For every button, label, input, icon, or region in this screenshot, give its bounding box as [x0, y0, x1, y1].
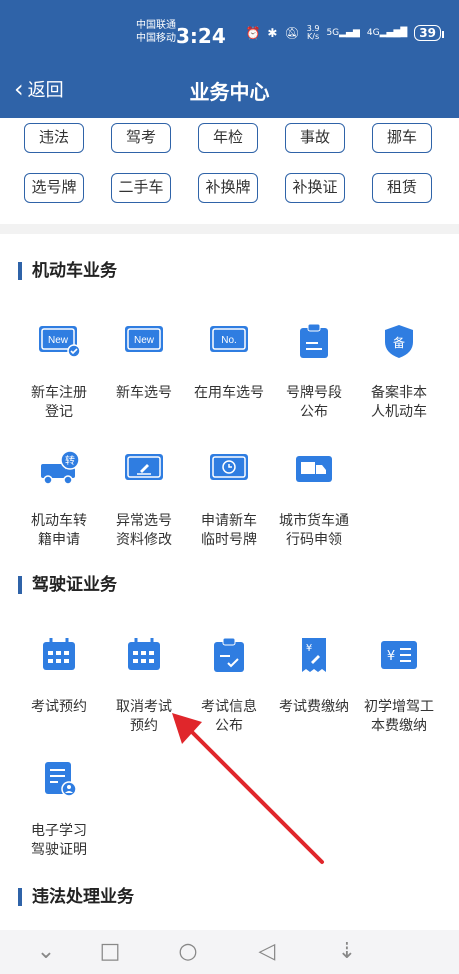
tile-label: 新车选号 — [116, 385, 172, 401]
nav-row: ‹ 返回 业务中心 — [0, 70, 459, 110]
signal-4g-icon: 4G▂▄▆█ — [366, 27, 408, 38]
service-tile[interactable]: ¥ 考试费缴纳 — [271, 636, 357, 717]
home-icon[interactable]: ○ — [176, 940, 200, 964]
net-speed: 3.9 K/s — [307, 25, 320, 41]
service-tile[interactable]: 考试信息 公布 — [186, 636, 272, 736]
svg-text:New: New — [48, 335, 69, 346]
shortcut-chip[interactable]: 驾考 — [111, 123, 171, 153]
collapse-icon[interactable]: ⌄ — [34, 940, 58, 964]
carrier-info: 中国联通 中国移动 — [136, 19, 176, 45]
page-title: 业务中心 — [189, 80, 270, 104]
tile-label: 考试预约 — [31, 699, 87, 715]
carrier-2: 中国移动 — [136, 33, 176, 44]
svg-text:转: 转 — [65, 454, 75, 467]
signal-5g-icon: 5G▂▄▆ — [326, 27, 360, 38]
service-tile[interactable]: 申请新车 临时号牌 — [186, 450, 272, 550]
clipboard-check-icon — [214, 637, 244, 672]
section-title-license: 驾驶证业务 — [18, 576, 117, 594]
tile-label: 备案非本 人机动车 — [371, 385, 427, 420]
service-tile[interactable]: 城市货车通 行码申领 — [271, 450, 357, 550]
status-time: 3:24 — [176, 24, 226, 48]
carrier-1: 中国联通 — [136, 20, 176, 31]
status-bar: 中国联通 中国移动 3:24 ⏰ ✱ 🔕︎ 3.9 K/s 5G▂▄▆ 4G▂▄… — [0, 0, 459, 60]
bluetooth-icon: ✱ — [267, 26, 278, 40]
edit-card-icon — [125, 454, 163, 480]
back-nav-icon[interactable]: ◁ — [255, 940, 279, 964]
shortcut-grid: 违法 驾考 年检 事故 挪车 选号牌 二手车 补换牌 补换证 租赁 — [0, 118, 459, 224]
tile-label: 申请新车 临时号牌 — [201, 513, 257, 548]
battery-indicator: 39 — [414, 25, 444, 41]
tile-label: 取消考试 预约 — [116, 699, 172, 734]
service-tile[interactable]: 号牌号段 公布 — [271, 322, 357, 422]
shortcut-chip[interactable]: 二手车 — [111, 173, 171, 203]
shortcut-chip[interactable]: 违法 — [24, 123, 84, 153]
net-speed-unit: K/s — [307, 32, 320, 41]
shortcut-chip[interactable]: 补换证 — [285, 173, 345, 203]
service-tile[interactable]: 取消考试 预约 — [101, 636, 187, 736]
new-card-check-icon: New — [39, 326, 81, 358]
clock-card-icon — [210, 454, 248, 480]
service-tile[interactable]: 转 机动车转 籍申请 — [16, 450, 102, 550]
mute-icon: 🔕︎ — [284, 26, 300, 40]
document-user-icon — [45, 762, 77, 797]
tile-label: 考试信息 公布 — [201, 699, 257, 734]
alarm-icon: ⏰ — [245, 26, 261, 40]
recent-apps-icon[interactable]: □ — [98, 940, 122, 964]
tile-label: 异常选号 资料修改 — [116, 513, 172, 548]
section-divider — [0, 224, 459, 234]
section-title-violation: 违法处理业务 — [18, 888, 134, 906]
status-icons: ⏰ ✱ 🔕︎ 3.9 K/s 5G▂▄▆ 4G▂▄▆█ 39 — [245, 25, 444, 41]
tile-label: 在用车选号 — [194, 385, 264, 401]
download-icon[interactable]: ⇣ — [335, 940, 359, 964]
svg-text:¥: ¥ — [306, 643, 312, 654]
service-tile[interactable]: New 新车注册 登记 — [16, 322, 102, 422]
signal-4g-label: 4G — [366, 27, 380, 38]
clipboard-icon — [300, 323, 328, 358]
truck-transfer-icon: 转 — [41, 450, 80, 485]
app-header: 中国联通 中国移动 3:24 ⏰ ✱ 🔕︎ 3.9 K/s 5G▂▄▆ 4G▂▄… — [0, 0, 459, 118]
yen-list-icon: ¥ — [381, 641, 417, 669]
svg-text:备: 备 — [393, 336, 405, 350]
system-navbar: ⌄ □ ○ ◁ ⇣ — [0, 930, 459, 974]
svg-text:¥: ¥ — [387, 649, 395, 664]
tile-label: 新车注册 登记 — [31, 385, 87, 420]
fee-receipt-icon: ¥ — [302, 638, 326, 672]
section-title-motor: 机动车业务 — [18, 262, 117, 280]
calendar-icon — [43, 638, 75, 670]
tile-label: 机动车转 籍申请 — [31, 513, 87, 548]
service-tile[interactable]: 备 备案非本 人机动车 — [356, 322, 442, 422]
tile-label: 号牌号段 公布 — [286, 385, 342, 420]
shortcut-chip[interactable]: 租赁 — [372, 173, 432, 203]
tile-label: 初学增驾工 本费缴纳 — [364, 699, 434, 734]
shortcut-chip[interactable]: 挪车 — [372, 123, 432, 153]
tile-label: 考试费缴纳 — [279, 699, 349, 715]
signal-5g-label: 5G — [326, 27, 340, 38]
service-tile[interactable]: 考试预约 — [16, 636, 102, 717]
shortcut-chip[interactable]: 年检 — [198, 123, 258, 153]
tile-label: 城市货车通 行码申领 — [279, 513, 349, 548]
delivery-truck-icon — [296, 456, 332, 482]
shortcut-chip[interactable]: 事故 — [285, 123, 345, 153]
service-tile[interactable]: 异常选号 资料修改 — [101, 450, 187, 550]
service-tile[interactable]: 电子学习 驾驶证明 — [16, 760, 102, 860]
shortcut-chip[interactable]: 补换牌 — [198, 173, 258, 203]
calendar-cancel-icon — [128, 638, 160, 670]
tile-label: 电子学习 驾驶证明 — [31, 823, 87, 858]
service-tile[interactable]: No. 在用车选号 — [186, 322, 272, 403]
service-tile[interactable]: New 新车选号 — [101, 322, 187, 403]
svg-text:No.: No. — [221, 335, 237, 346]
service-tile[interactable]: ¥ 初学增驾工 本费缴纳 — [356, 636, 442, 736]
new-plate-icon: New — [125, 326, 163, 352]
svg-text:New: New — [134, 335, 155, 346]
shield-record-icon: 备 — [385, 325, 413, 358]
no-plate-icon: No. — [210, 326, 248, 352]
shortcut-chip[interactable]: 选号牌 — [24, 173, 84, 203]
